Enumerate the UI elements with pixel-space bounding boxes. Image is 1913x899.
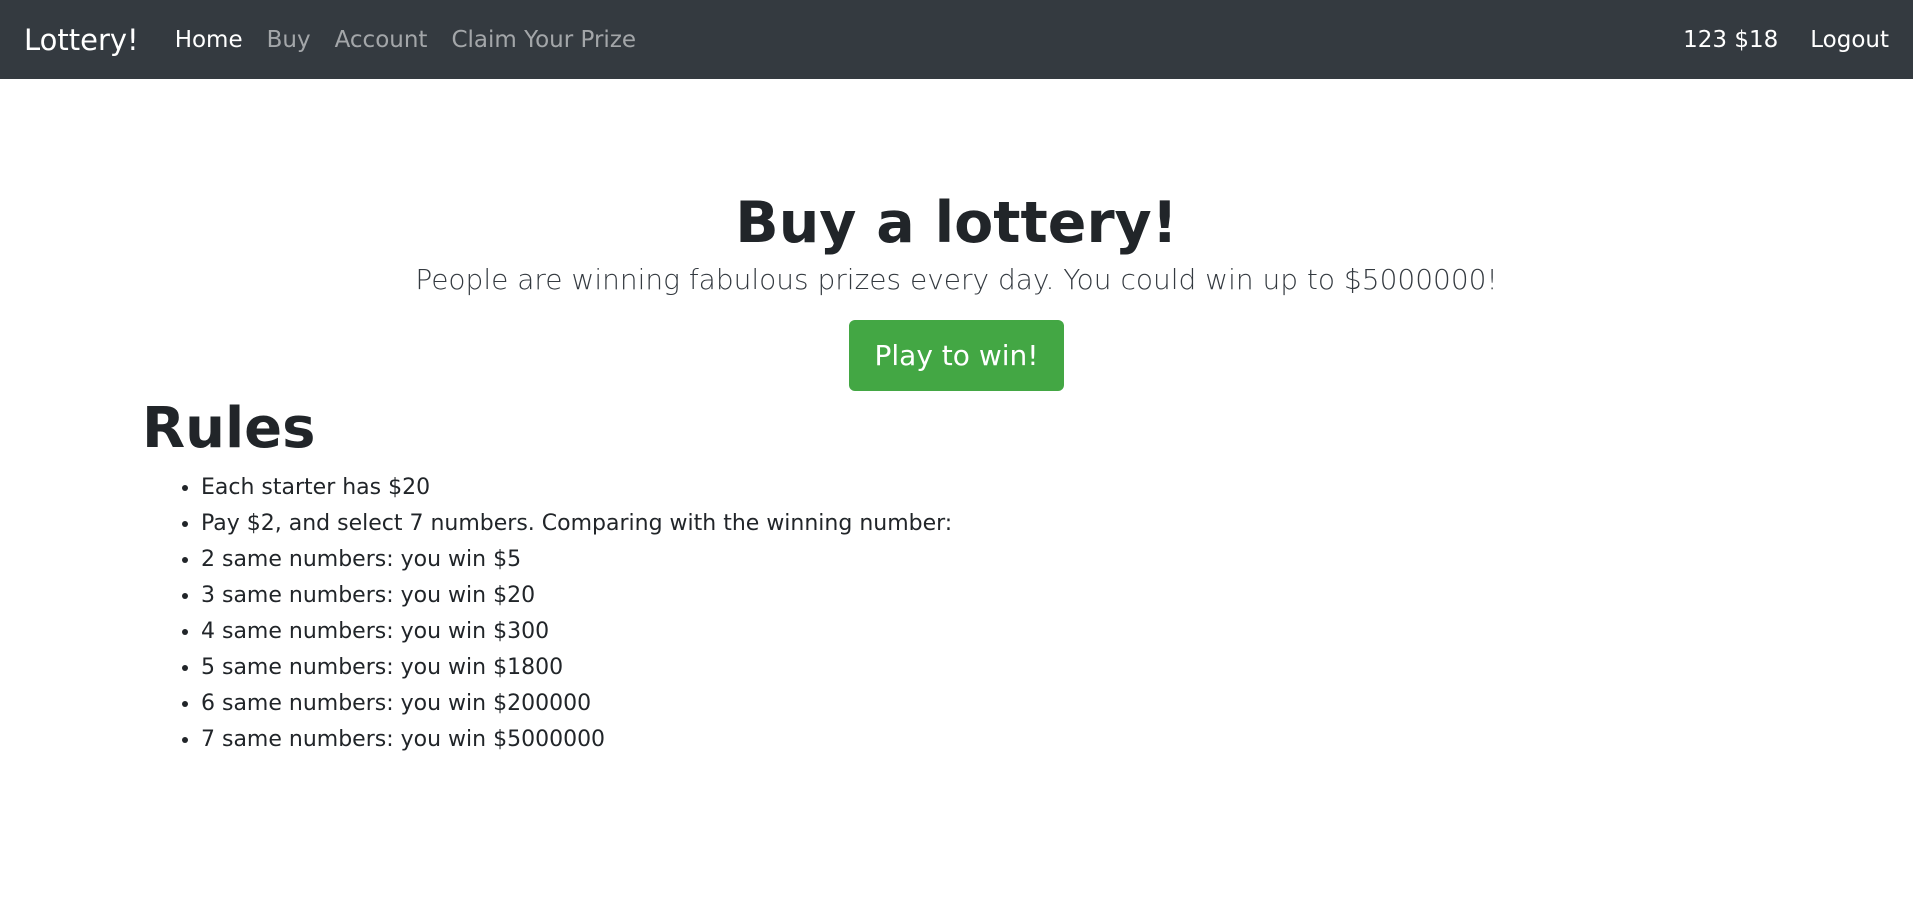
list-item: 5 same numbers: you win $1800 [201, 650, 1913, 686]
rules-title: Rules [142, 396, 316, 462]
play-to-win-button[interactable]: Play to win! [848, 320, 1065, 392]
rules-list: Each starter has $20 Pay $2, and select … [142, 470, 1913, 758]
hero-lead: People are winning fabulous prizes every… [415, 263, 1498, 297]
main-content: Buy a lottery! People are winning fabulo… [0, 79, 1913, 758]
brand-link[interactable]: Lottery! [24, 23, 139, 57]
nav-claim-prize-link[interactable]: Claim Your Prize [451, 27, 636, 53]
list-item: 6 same numbers: you win $200000 [201, 686, 1913, 722]
user-balance: 123 $18 [1683, 26, 1779, 53]
hero-section: Buy a lottery! People are winning fabulo… [0, 79, 1913, 392]
nav-account-link[interactable]: Account [335, 27, 428, 53]
rules-section: Rules Each starter has $20 Pay $2, and s… [0, 396, 1913, 758]
list-item: 4 same numbers: you win $300 [201, 614, 1913, 650]
navbar: Lottery! Home Buy Account Claim Your Pri… [0, 0, 1913, 79]
list-item: Pay $2, and select 7 numbers. Comparing … [201, 506, 1913, 542]
nav-right: 123 $18 Logout [1651, 27, 1889, 53]
nav-buy-link[interactable]: Buy [267, 27, 311, 53]
logout-link[interactable]: Logout [1810, 27, 1889, 53]
list-item: 2 same numbers: you win $5 [201, 542, 1913, 578]
list-item: 3 same numbers: you win $20 [201, 578, 1913, 614]
hero-title: Buy a lottery! [735, 190, 1178, 256]
nav-links: Home Buy Account Claim Your Prize [175, 27, 660, 53]
list-item: Each starter has $20 [201, 470, 1913, 506]
nav-home-link[interactable]: Home [175, 27, 243, 53]
list-item: 7 same numbers: you win $5000000 [201, 722, 1913, 758]
